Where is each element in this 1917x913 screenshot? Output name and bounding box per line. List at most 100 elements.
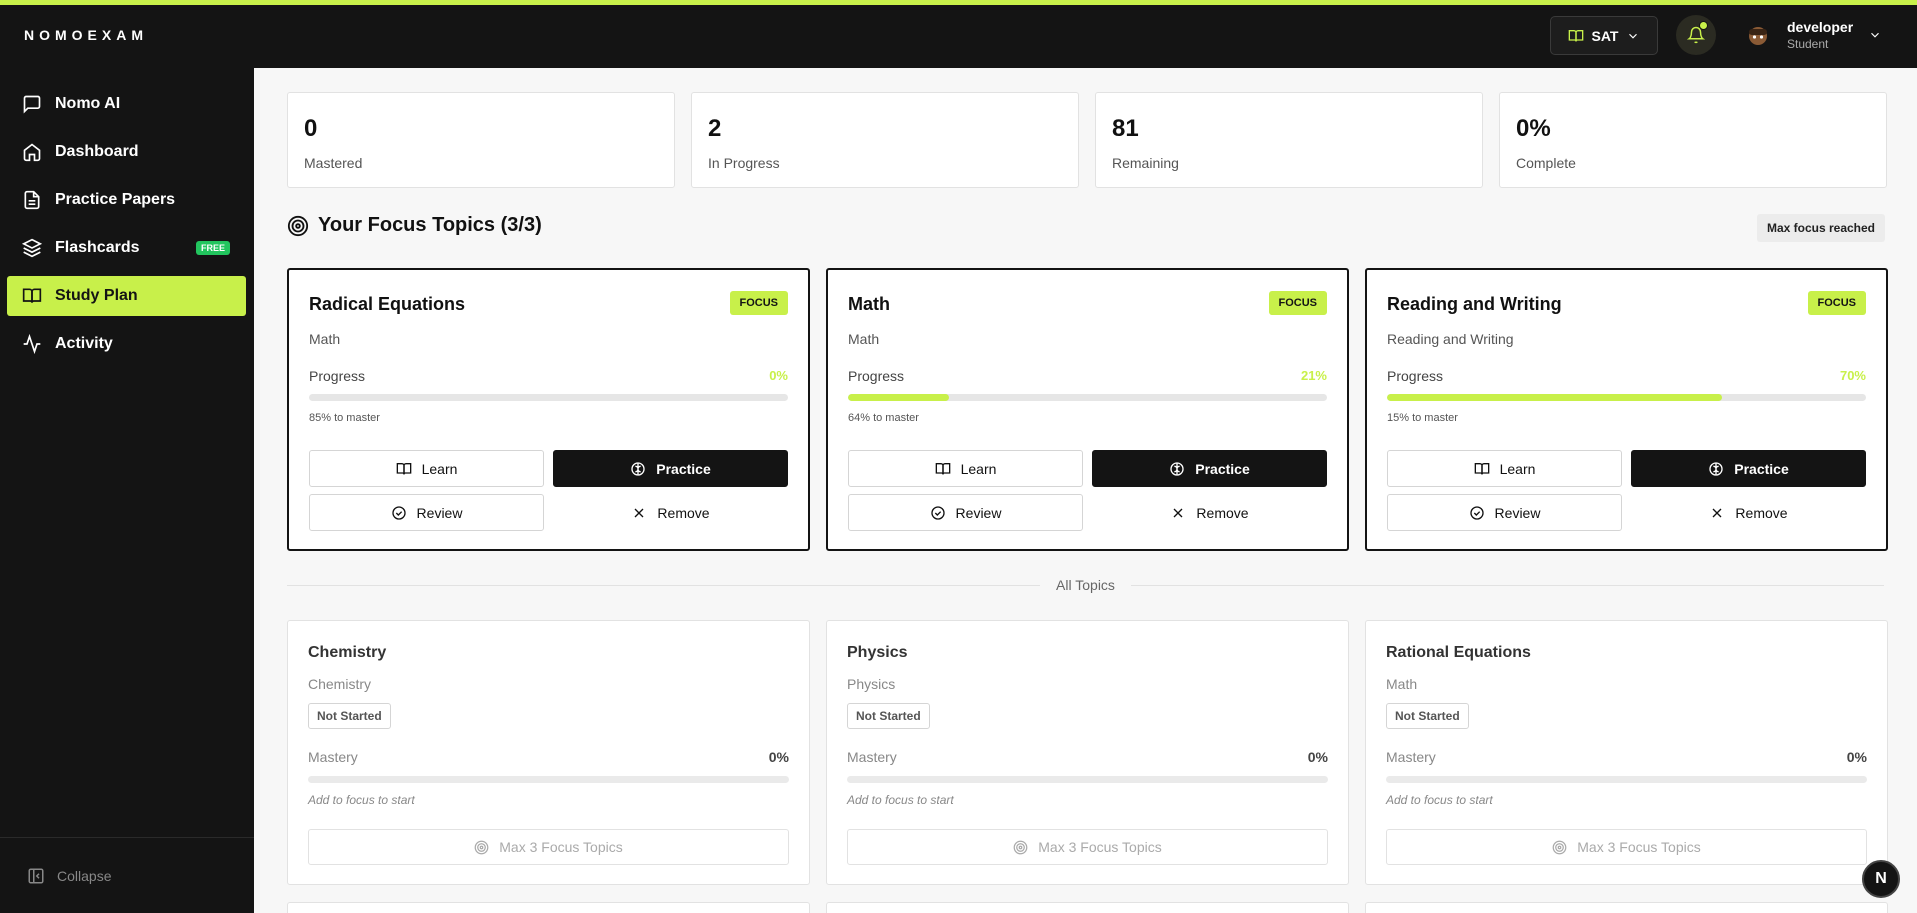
focus-card: Radical Equations FOCUS Math Progress 0%…: [287, 268, 810, 551]
max-focus-badge: Max focus reached: [1756, 214, 1885, 242]
sidebar-item-label: Dashboard: [55, 143, 139, 160]
sidebar-item-nomo-ai[interactable]: Nomo AI: [7, 84, 246, 124]
dev-tools-badge[interactable]: N: [1862, 860, 1900, 898]
stat-value: 0%: [1516, 115, 1551, 142]
home-icon: [23, 143, 41, 162]
exam-selector[interactable]: SAT: [1550, 16, 1658, 55]
sidebar: Nomo AI Dashboard Practice Papers Flashc…: [0, 68, 254, 913]
avatar[interactable]: [1744, 21, 1772, 49]
all-topics-label: All Topics: [1040, 577, 1131, 593]
remove-button[interactable]: Remove: [553, 494, 788, 531]
mastery-bar: [308, 776, 789, 783]
progress-percent: 0%: [769, 368, 788, 383]
practice-button[interactable]: Practice: [1092, 450, 1327, 487]
review-button-label: Review: [416, 504, 463, 521]
check-circle-icon: [1469, 505, 1484, 520]
brain-icon: [1170, 461, 1184, 476]
sidebar-item-study-plan[interactable]: Study Plan: [7, 276, 246, 316]
topic-card-subject: Physics: [847, 676, 896, 692]
practice-button[interactable]: Practice: [553, 450, 788, 487]
progress-bar: [1387, 394, 1866, 401]
max-focus-topics-label: Max 3 Focus Topics: [1038, 839, 1162, 855]
sidebar-item-flashcards[interactable]: Flashcards FREE: [7, 228, 246, 268]
review-button[interactable]: Review: [309, 494, 544, 531]
collapse-sidebar-button[interactable]: Collapse: [0, 837, 254, 913]
remove-button-label: Remove: [1196, 504, 1249, 521]
sidebar-collapse-icon: [28, 868, 44, 883]
remove-button[interactable]: Remove: [1631, 494, 1866, 531]
max-focus-topics-label: Max 3 Focus Topics: [499, 839, 623, 855]
topic-card: Chemistry Chemistry Not Started Mastery …: [287, 620, 810, 885]
focus-badge: FOCUS: [1807, 291, 1866, 315]
remove-button-label: Remove: [1735, 504, 1788, 521]
sidebar-item-activity[interactable]: Activity: [7, 324, 246, 364]
learn-button[interactable]: Learn: [848, 450, 1083, 487]
user-menu[interactable]: developer Student: [1787, 19, 1853, 51]
document-icon: [24, 190, 40, 210]
collapse-label: Collapse: [57, 867, 112, 884]
progress-label: Progress: [1387, 368, 1444, 384]
review-button[interactable]: Review: [848, 494, 1083, 531]
target-icon: [1013, 840, 1028, 854]
sidebar-item-practice-papers[interactable]: Practice Papers: [7, 180, 246, 220]
learn-button[interactable]: Learn: [309, 450, 544, 487]
max-focus-topics-button[interactable]: Max 3 Focus Topics: [308, 829, 789, 865]
stat-value: 0: [304, 115, 318, 142]
book-icon: [22, 288, 42, 303]
close-icon: [634, 508, 644, 517]
learn-button[interactable]: Learn: [1387, 450, 1622, 487]
max-focus-topics-button[interactable]: Max 3 Focus Topics: [847, 829, 1328, 865]
stat-value: 2: [708, 115, 722, 142]
remove-button-label: Remove: [657, 504, 710, 521]
notifications-button[interactable]: [1676, 15, 1716, 55]
stat-value: 81: [1112, 115, 1139, 142]
avatar-icon: [1749, 27, 1767, 45]
book-icon: [935, 462, 950, 474]
stat-label: Complete: [1516, 155, 1576, 171]
progress-percent: 70%: [1839, 368, 1866, 383]
focus-badge: FOCUS: [729, 291, 788, 315]
target-icon: [1552, 840, 1567, 854]
focus-card: Reading and Writing FOCUS Reading and Wr…: [1365, 268, 1888, 551]
sidebar-item-dashboard[interactable]: Dashboard: [7, 132, 246, 172]
progress-bar: [309, 394, 788, 401]
learn-button-label: Learn: [421, 460, 458, 477]
main-content: 0 Mastered 2 In Progress 81 Remaining 0%…: [254, 68, 1917, 913]
target-icon: [474, 840, 489, 854]
topic-card-partial: [826, 902, 1349, 913]
focus-card: Math FOCUS Math Progress 21% 64% to mast…: [826, 268, 1349, 551]
close-icon: [1173, 508, 1183, 517]
review-button-label: Review: [1494, 504, 1541, 521]
status-badge: Not Started: [1386, 703, 1469, 729]
stat-card-complete: 0% Complete: [1499, 92, 1887, 188]
exam-selector-label: SAT: [1591, 27, 1619, 44]
focus-card-subject: Math: [848, 331, 880, 347]
sidebar-item-label: Activity: [55, 335, 113, 352]
topic-hint: Add to focus to start: [308, 793, 415, 807]
top-header: NOMOEXAM SAT developer Student: [0, 5, 1917, 68]
brain-icon: [1709, 461, 1723, 476]
remove-button[interactable]: Remove: [1092, 494, 1327, 531]
to-master-text: 64% to master: [848, 412, 919, 424]
mastery-percent: 0%: [1846, 749, 1867, 765]
notification-dot: [1699, 21, 1708, 30]
review-button[interactable]: Review: [1387, 494, 1622, 531]
book-icon: [396, 462, 411, 474]
topic-card-subject: Math: [1386, 676, 1418, 692]
layers-icon: [22, 238, 42, 258]
topic-card-partial: [287, 902, 810, 913]
app-logo[interactable]: NOMOEXAM: [24, 27, 148, 43]
chevron-down-icon[interactable]: [1868, 28, 1882, 42]
status-badge: Not Started: [308, 703, 391, 729]
sidebar-item-label: Flashcards: [55, 239, 140, 256]
free-badge: FREE: [195, 241, 230, 255]
topic-hint: Add to focus to start: [847, 793, 954, 807]
max-focus-topics-button[interactable]: Max 3 Focus Topics: [1386, 829, 1867, 865]
to-master-text: 15% to master: [1387, 412, 1458, 424]
check-circle-icon: [391, 505, 406, 520]
all-topics-divider: All Topics: [254, 577, 1917, 595]
stat-card-mastered: 0 Mastered: [287, 92, 675, 188]
practice-button[interactable]: Practice: [1631, 450, 1866, 487]
topic-card-subject: Chemistry: [308, 676, 372, 692]
status-badge: Not Started: [847, 703, 930, 729]
